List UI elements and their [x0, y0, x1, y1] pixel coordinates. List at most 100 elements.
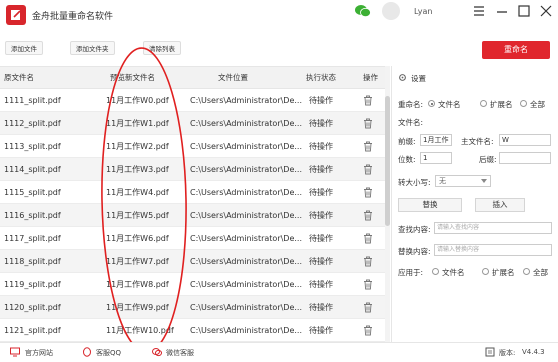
preview-filename: 11月工作W5.pdf: [106, 211, 169, 220]
file-location: C:\Users\Administrator\De...: [190, 303, 302, 312]
file-location: C:\Users\Administrator\De...: [190, 280, 302, 289]
case-select-value: 无: [439, 177, 446, 185]
table-header: 原文件名 预览新文件名 文件位置 执行状态 操作: [0, 67, 390, 89]
qq-support-link[interactable]: 客服QQ: [96, 348, 121, 358]
scrollbar-thumb[interactable]: [385, 96, 390, 226]
table-row[interactable]: 1111_split.pdf 11月工作W0.pdf C:\Users\Admini…: [0, 89, 390, 112]
rename-ext-label[interactable]: 扩展名: [490, 99, 513, 110]
suffix-input[interactable]: [499, 152, 551, 164]
file-location: C:\Users\Administrator\De...: [190, 234, 302, 243]
file-location: C:\Users\Administrator\De...: [190, 211, 302, 220]
settings-title: 设置: [411, 74, 426, 83]
maximize-icon[interactable]: [516, 3, 532, 19]
status-text: 待操作: [309, 211, 333, 220]
trash-icon[interactable]: [363, 325, 373, 336]
rename-filename-radio[interactable]: [428, 100, 435, 107]
table-row[interactable]: 1120_split.pdf 11月工作W9.pdf C:\Users\Admini…: [0, 296, 390, 319]
version-label: 版本:: [499, 349, 516, 357]
trash-icon[interactable]: [363, 233, 373, 244]
table-row[interactable]: 1113_split.pdf 11月工作W2.pdf C:\Users\Admini…: [0, 135, 390, 158]
original-filename: 1115_split.pdf: [4, 188, 61, 197]
trash-icon[interactable]: [363, 118, 373, 129]
trash-icon[interactable]: [363, 302, 373, 313]
trash-icon[interactable]: [363, 164, 373, 175]
clear-list-button[interactable]: 清除列表: [143, 41, 181, 55]
apply-ext-radio[interactable]: [482, 268, 489, 275]
trash-icon[interactable]: [363, 210, 373, 221]
status-text: 待操作: [309, 188, 333, 197]
vertical-scrollbar[interactable]: [385, 66, 390, 342]
table-row[interactable]: 1116_split.pdf 11月工作W5.pdf C:\Users\Admini…: [0, 204, 390, 227]
trash-icon[interactable]: [363, 95, 373, 106]
table-row[interactable]: 1112_split.pdf 11月工作W1.pdf C:\Users\Admini…: [0, 112, 390, 135]
trash-icon[interactable]: [363, 141, 373, 152]
version-number: V4.4.3: [522, 348, 545, 356]
table-row[interactable]: 1121_split.pdf 11月工作W10.pdf C:\Users\Admin…: [0, 319, 390, 342]
settings-panel: 设置 重命名: 文件名 扩展名 全部 文件名: 前缀: 1月工作 主文件名: W…: [391, 66, 558, 342]
toolbar: 添加文件 添加文件夹 清除列表: [0, 36, 558, 62]
wechat-support-link[interactable]: 微信客服: [166, 348, 194, 358]
suffix-label: 后缀:: [479, 155, 497, 164]
original-filename: 1113_split.pdf: [4, 142, 61, 151]
status-text: 待操作: [309, 142, 333, 151]
preview-filename: 11月工作W3.pdf: [106, 165, 169, 174]
apply-filename-radio[interactable]: [432, 268, 439, 275]
preview-filename: 11月工作W0.pdf: [106, 96, 169, 105]
find-input[interactable]: 请输入查找内容: [434, 222, 552, 234]
username: Lyan: [414, 7, 433, 16]
file-location: C:\Users\Administrator\De...: [190, 142, 302, 151]
replace-button[interactable]: 替换: [398, 198, 462, 212]
table-row[interactable]: 1114_split.pdf 11月工作W3.pdf C:\Users\Admini…: [0, 158, 390, 181]
rename-mode-label: 重命名:: [398, 100, 424, 109]
apply-all-label[interactable]: 全部: [533, 267, 548, 278]
trash-icon[interactable]: [363, 256, 373, 267]
table-row[interactable]: 1118_split.pdf 11月工作W7.pdf C:\Users\Admini…: [0, 250, 390, 273]
title-bar: 金舟批量重命名软件 Lyan: [0, 0, 558, 30]
digits-input[interactable]: 1: [420, 152, 452, 164]
minimize-icon[interactable]: [494, 3, 510, 19]
add-file-button[interactable]: 添加文件: [5, 41, 43, 55]
col-location[interactable]: 文件位置: [218, 67, 248, 89]
rename-filename-label[interactable]: 文件名: [438, 99, 461, 110]
apply-filename-label[interactable]: 文件名: [442, 267, 465, 278]
trash-icon[interactable]: [363, 279, 373, 290]
col-status[interactable]: 执行状态: [306, 67, 336, 89]
trash-icon[interactable]: [363, 187, 373, 198]
replace-input[interactable]: 请输入替换内容: [434, 244, 552, 256]
rename-button[interactable]: 重命名: [482, 41, 550, 59]
col-original-name[interactable]: 原文件名: [4, 67, 34, 89]
wechat-icon[interactable]: [355, 4, 371, 18]
rename-all-label[interactable]: 全部: [530, 99, 545, 110]
main-name-input[interactable]: W: [499, 134, 551, 146]
original-filename: 1118_split.pdf: [4, 257, 61, 266]
rename-ext-radio[interactable]: [480, 100, 487, 107]
table-row[interactable]: 1115_split.pdf 11月工作W4.pdf C:\Users\Admini…: [0, 181, 390, 204]
apply-all-radio[interactable]: [523, 268, 530, 275]
preview-filename: 11月工作W1.pdf: [106, 119, 169, 128]
prefix-label: 前缀:: [398, 137, 416, 146]
website-link[interactable]: 官方网站: [25, 348, 53, 358]
insert-button[interactable]: 插入: [475, 198, 525, 212]
file-location: C:\Users\Administrator\De...: [190, 96, 302, 105]
menu-icon[interactable]: [471, 3, 487, 19]
table-row[interactable]: 1117_split.pdf 11月工作W6.pdf C:\Users\Admini…: [0, 227, 390, 250]
qq-icon: [83, 347, 91, 357]
status-text: 待操作: [309, 234, 333, 243]
table-row[interactable]: 1119_split.pdf 11月工作W8.pdf C:\Users\Admini…: [0, 273, 390, 296]
preview-filename: 11月工作W9.pdf: [106, 303, 169, 312]
close-icon[interactable]: [538, 3, 554, 19]
status-bar: 官方网站 客服QQ 微信客服 版本: V4.4.3: [0, 342, 558, 362]
prefix-input[interactable]: 1月工作: [420, 134, 452, 146]
apply-ext-label[interactable]: 扩展名: [492, 267, 515, 278]
status-text: 待操作: [309, 119, 333, 128]
add-folder-button[interactable]: 添加文件夹: [70, 41, 115, 55]
preview-filename: 11月工作W10.pdf: [106, 326, 174, 335]
main-name-label: 主文件名:: [461, 137, 494, 146]
col-preview-name[interactable]: 预览新文件名: [110, 67, 155, 89]
case-select[interactable]: 无: [435, 175, 491, 187]
rename-all-radio[interactable]: [520, 100, 527, 107]
avatar[interactable]: [382, 2, 400, 20]
file-location: C:\Users\Administrator\De...: [190, 326, 302, 335]
apply-label: 应用于:: [398, 268, 424, 277]
original-filename: 1117_split.pdf: [4, 234, 61, 243]
